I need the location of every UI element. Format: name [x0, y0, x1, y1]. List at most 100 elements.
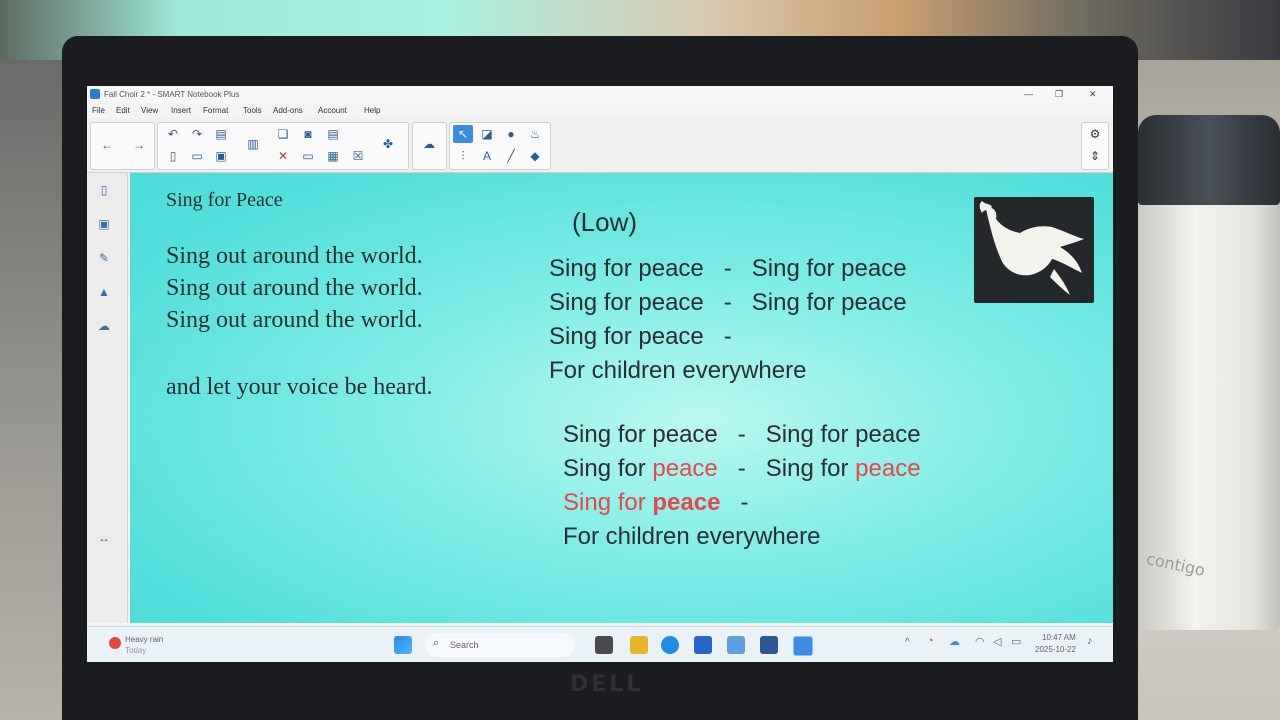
toolbar-edit-group: ↶ ↷ ▤ ▯ ▭ ▣ ▥ ❏ ◙ ▤ ✕ ▭ ▦ ☒ ✤ — [157, 122, 409, 170]
undo-icon[interactable]: ↶ — [163, 125, 183, 143]
tray-cloud-icon[interactable]: ☁ — [949, 635, 960, 648]
verse1-line3: Sing for peace - — [549, 323, 732, 350]
minimize-icon[interactable]: — — [1024, 89, 1033, 99]
outlook-icon[interactable] — [694, 636, 712, 654]
open-file-icon[interactable]: ▭ — [187, 147, 207, 165]
verse2-line2-part2: - Sing for — [717, 455, 856, 482]
verse2-line2-highlight1: peace — [652, 455, 718, 482]
menu-edit[interactable]: Edit — [116, 106, 130, 115]
text-icon[interactable]: A — [477, 147, 497, 165]
side-panel: ▯ ▣ ✎ ▲ ☁ ↔ — [87, 173, 128, 623]
menu-view[interactable]: View — [141, 106, 158, 115]
magic-pen-icon[interactable]: ● — [501, 125, 521, 143]
page-canvas[interactable]: Sing for Peace Sing out around the world… — [130, 173, 1113, 623]
menu-tools[interactable]: Tools — [243, 106, 262, 115]
verse2-line3-part1: Sing for — [563, 489, 653, 516]
gear-icon[interactable]: ⚙ — [1085, 125, 1105, 143]
addons-panel-icon[interactable]: ☁ — [95, 317, 113, 335]
verse2-line3-part2: - — [720, 489, 749, 516]
screen-capture-icon[interactable]: ▥ — [243, 135, 263, 153]
display-icon[interactable]: ▭ — [298, 147, 318, 165]
forward-arrow-icon[interactable]: → — [129, 136, 149, 154]
taskbar-search[interactable]: ⌕ Search — [425, 633, 575, 657]
left-lyric-3: Sing out around the world. — [166, 307, 423, 333]
verse2-line3-highlight: peace — [652, 489, 721, 516]
clock-date[interactable]: 2025-10-22 — [1035, 645, 1076, 654]
start-icon[interactable] — [394, 636, 412, 654]
restore-icon[interactable]: ❐ — [1055, 89, 1063, 100]
close-box-icon[interactable]: ☒ — [348, 147, 368, 165]
peace-dove-image[interactable] — [974, 197, 1094, 303]
notification-bell-icon[interactable]: ♪ — [1087, 635, 1093, 647]
clock-time[interactable]: 10:47 AM — [1042, 633, 1076, 642]
toolbar: ← → ↶ ↷ ▤ ▯ ▭ ▣ ▥ ❏ ◙ ▤ ✕ ▭ ▦ ☒ ✤ ☁ ↖ ◪ … — [87, 118, 1113, 173]
paste-icon[interactable]: ▤ — [211, 125, 231, 143]
weather-title[interactable]: Heavy rain — [125, 635, 163, 644]
toolbar-lab-group: ☁ — [412, 122, 447, 170]
page-sorter-icon[interactable]: ▯ — [95, 181, 113, 199]
weather-icon[interactable] — [109, 637, 121, 649]
menu-account[interactable]: Account — [318, 106, 347, 115]
verse1-line2: Sing for peace - Sing for peace — [549, 289, 907, 316]
menu-file[interactable]: File — [92, 106, 105, 115]
addon-icon[interactable]: ✤ — [378, 135, 398, 153]
eraser-icon[interactable]: ◆ — [525, 147, 545, 165]
pens-icon[interactable]: ⫶ — [453, 147, 473, 165]
verse2-line2-highlight2: peace — [855, 455, 921, 482]
fill-icon[interactable]: ♨ — [525, 125, 545, 143]
toolbar-tools-group: ↖ ◪ ● ♨ ⫶ A ╱ ◆ — [449, 122, 551, 170]
camera-icon[interactable]: ◙ — [298, 125, 318, 143]
move-sidebar-icon[interactable]: ↔ — [95, 529, 113, 547]
tray-chevron-icon[interactable]: ^ — [905, 637, 910, 648]
battery-icon[interactable]: ▭ — [1011, 635, 1021, 648]
line-icon[interactable]: ╱ — [501, 147, 521, 165]
edge-icon[interactable] — [661, 636, 679, 654]
verse2-line3: Sing for peace - — [563, 489, 748, 517]
toolbar-nav-group: ← → — [90, 122, 155, 170]
cloud-icon[interactable]: ☁ — [419, 135, 439, 153]
travel-mug-lid — [1138, 115, 1280, 205]
window-title: Fall Choir 2 * - SMART Notebook Plus — [104, 90, 240, 99]
word-icon[interactable] — [760, 636, 778, 654]
low-label: (Low) — [572, 207, 638, 237]
tray-app-icon[interactable]: ◔ — [927, 635, 934, 647]
delete-icon[interactable]: ✕ — [273, 147, 293, 165]
back-arrow-icon[interactable]: ← — [97, 136, 117, 154]
clipboard-icon[interactable]: ▤ — [323, 125, 343, 143]
select-arrow-icon[interactable]: ↖ — [453, 125, 473, 143]
new-page-icon[interactable]: ▯ — [163, 147, 183, 165]
title-bar: Fall Choir 2 * - SMART Notebook Plus — ❐… — [87, 86, 1113, 103]
menu-addons[interactable]: Add-ons — [273, 106, 303, 115]
background-left — [0, 60, 70, 720]
shapes-icon[interactable]: ◪ — [477, 125, 497, 143]
redo-icon[interactable]: ↷ — [187, 125, 207, 143]
left-lyric-2: Sing out around the world. — [166, 275, 423, 301]
left-lyric-4: and let your voice be heard. — [166, 374, 433, 400]
close-icon[interactable]: ✕ — [1089, 89, 1097, 100]
snipping-tool-icon[interactable] — [727, 636, 745, 654]
windows-taskbar: Heavy rain Today ⌕ Search ^ ◔ ☁ ◠ ◁ ▭ 10… — [87, 626, 1113, 662]
table-icon[interactable]: ▦ — [323, 147, 343, 165]
verse1-line1: Sing for peace - Sing for peace — [549, 255, 907, 282]
menu-help[interactable]: Help — [364, 106, 380, 115]
menu-format[interactable]: Format — [203, 106, 228, 115]
search-placeholder: Search — [450, 640, 479, 650]
wifi-icon[interactable]: ◠ — [975, 635, 985, 648]
gallery-icon[interactable]: ▣ — [95, 215, 113, 233]
expand-toolbar-icon[interactable]: ⇕ — [1085, 147, 1105, 165]
attachments-icon[interactable]: ✎ — [95, 249, 113, 267]
volume-icon[interactable]: ◁ — [993, 635, 1001, 648]
task-view-icon[interactable] — [595, 636, 613, 654]
smart-notebook-taskbar-icon[interactable] — [793, 636, 813, 656]
file-explorer-icon[interactable] — [630, 636, 648, 654]
travel-mug: contigo — [1138, 115, 1280, 630]
menu-insert[interactable]: Insert — [171, 106, 191, 115]
verse2-line2: Sing for peace - Sing for peace — [563, 455, 921, 483]
verse2-line2-part1: Sing for — [563, 455, 653, 482]
copy-icon[interactable]: ❏ — [273, 125, 293, 143]
laptop-logo: DELL — [570, 672, 644, 697]
save-icon[interactable]: ▣ — [211, 147, 231, 165]
verse2-line1: Sing for peace - Sing for peace — [563, 421, 921, 448]
toolbar-settings-group: ⚙ ⇕ — [1081, 122, 1109, 170]
properties-icon[interactable]: ▲ — [95, 283, 113, 301]
